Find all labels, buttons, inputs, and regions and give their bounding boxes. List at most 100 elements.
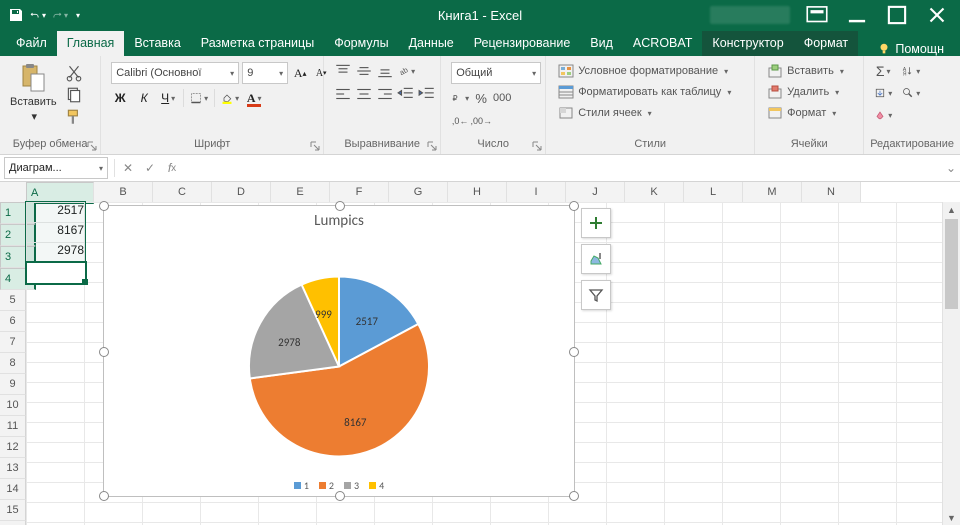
font-size-select[interactable]: 9▾	[242, 62, 288, 84]
tab-formulas[interactable]: Формулы	[324, 31, 398, 56]
row-header-15[interactable]: 15	[0, 500, 26, 521]
number-launcher-icon[interactable]	[531, 140, 543, 152]
col-header-J[interactable]: J	[566, 182, 625, 203]
col-header-G[interactable]: G	[389, 182, 448, 203]
resize-handle-sw[interactable]	[99, 491, 109, 501]
copy-icon[interactable]	[65, 86, 83, 104]
row-header-16[interactable]: 16	[0, 521, 26, 525]
clear-icon[interactable]: ▾	[874, 106, 892, 124]
number-format-select[interactable]: Общий▾	[451, 62, 541, 84]
chart-object[interactable]: Lumpics 251781672978999 1234	[103, 205, 575, 497]
font-family-select[interactable]: Calibri (Основної▾	[111, 62, 239, 84]
maximize-icon[interactable]	[884, 3, 910, 27]
row-header-6[interactable]: 6	[0, 311, 26, 332]
align-middle-icon[interactable]	[355, 62, 373, 80]
row-header-13[interactable]: 13	[0, 458, 26, 479]
resize-handle-nw[interactable]	[99, 201, 109, 211]
name-box[interactable]: Диаграм...▾	[4, 157, 108, 179]
close-icon[interactable]	[924, 3, 950, 27]
conditional-format-button[interactable]: Условное форматирование▾	[556, 62, 744, 80]
increase-indent-icon[interactable]	[418, 85, 436, 103]
chart-filters-button[interactable]	[581, 280, 611, 310]
resize-handle-e[interactable]	[569, 347, 579, 357]
tab-insert[interactable]: Вставка	[124, 31, 190, 56]
decrease-indent-icon[interactable]	[397, 85, 415, 103]
col-header-C[interactable]: C	[153, 182, 212, 203]
expand-formula-bar-icon[interactable]: ⌄	[942, 161, 960, 175]
insert-cells-button[interactable]: Вставить▾	[765, 62, 853, 80]
align-top-icon[interactable]	[334, 62, 352, 80]
border-icon[interactable]: ▾	[190, 89, 208, 107]
accounting-icon[interactable]: ₽▾	[451, 89, 469, 107]
tab-format[interactable]: Формат	[794, 31, 858, 56]
pie-chart[interactable]	[239, 267, 439, 467]
find-select-icon[interactable]: ▾	[902, 84, 920, 102]
scroll-thumb[interactable]	[945, 219, 958, 309]
fill-color-icon[interactable]: ▾	[221, 89, 239, 107]
enter-formula-icon[interactable]: ✓	[139, 158, 161, 178]
tab-view[interactable]: Вид	[580, 31, 623, 56]
resize-handle-n[interactable]	[335, 201, 345, 211]
row-header-14[interactable]: 14	[0, 479, 26, 500]
format-painter-icon[interactable]	[65, 108, 83, 126]
col-header-I[interactable]: I	[507, 182, 566, 203]
legend-item-3[interactable]: 3	[344, 479, 359, 492]
format-as-table-button[interactable]: Форматировать как таблицу▾	[556, 83, 744, 101]
ribbon-display-icon[interactable]	[804, 3, 830, 27]
align-bottom-icon[interactable]	[376, 62, 394, 80]
data-label-2[interactable]: 8167	[344, 416, 366, 429]
tab-page-layout[interactable]: Разметка страницы	[191, 31, 324, 56]
autosum-icon[interactable]: Σ▾	[874, 62, 892, 80]
undo-icon[interactable]: ▾	[30, 7, 46, 23]
col-header-D[interactable]: D	[212, 182, 271, 203]
font-color-icon[interactable]: A▾	[245, 89, 263, 107]
alignment-launcher-icon[interactable]	[426, 140, 438, 152]
cell-styles-button[interactable]: Стили ячеек▾	[556, 104, 744, 122]
sort-filter-icon[interactable]: AЯ▾	[902, 62, 920, 80]
tab-home[interactable]: Главная	[57, 31, 125, 56]
legend-item-4[interactable]: 4	[369, 479, 384, 492]
align-center-icon[interactable]	[355, 85, 373, 103]
row-header-11[interactable]: 11	[0, 416, 26, 437]
delete-cells-button[interactable]: Удалить▾	[765, 83, 853, 101]
percent-icon[interactable]: %	[472, 89, 490, 107]
data-label-4[interactable]: 999	[315, 308, 332, 321]
resize-handle-ne[interactable]	[569, 201, 579, 211]
row-header-5[interactable]: 5	[0, 290, 26, 311]
minimize-icon[interactable]	[844, 3, 870, 27]
row-header-8[interactable]: 8	[0, 353, 26, 374]
cancel-formula-icon[interactable]: ✕	[117, 158, 139, 178]
row-header-7[interactable]: 7	[0, 332, 26, 353]
increase-decimal-icon[interactable]: ,0←	[451, 112, 469, 130]
save-icon[interactable]	[8, 7, 24, 23]
legend-item-2[interactable]: 2	[319, 479, 334, 492]
formula-input[interactable]	[183, 158, 942, 178]
legend-item-1[interactable]: 1	[294, 479, 309, 492]
orientation-icon[interactable]: ab▾	[397, 62, 415, 80]
col-header-M[interactable]: M	[743, 182, 802, 203]
col-header-N[interactable]: N	[802, 182, 861, 203]
tab-design[interactable]: Конструктор	[702, 31, 793, 56]
row-header-12[interactable]: 12	[0, 437, 26, 458]
col-header-H[interactable]: H	[448, 182, 507, 203]
clipboard-launcher-icon[interactable]	[86, 140, 98, 152]
col-header-B[interactable]: B	[94, 182, 153, 203]
format-cells-button[interactable]: Формат▾	[765, 104, 853, 122]
resize-handle-w[interactable]	[99, 347, 109, 357]
fill-icon[interactable]: ▾	[874, 84, 892, 102]
tab-acrobat[interactable]: ACROBAT	[623, 31, 703, 56]
paste-button[interactable]: Вставить ▾	[6, 60, 61, 125]
font-launcher-icon[interactable]	[309, 140, 321, 152]
col-header-K[interactable]: K	[625, 182, 684, 203]
vertical-scrollbar[interactable]: ▲ ▼	[942, 202, 960, 525]
bold-button[interactable]: Ж	[111, 89, 129, 107]
redo-icon[interactable]: ▾	[52, 7, 68, 23]
tell-me[interactable]: Помощн	[877, 42, 954, 56]
insert-function-icon[interactable]: fx	[161, 158, 183, 178]
tab-file[interactable]: Файл	[6, 31, 57, 56]
underline-button[interactable]: Ч▾	[159, 89, 177, 107]
resize-handle-se[interactable]	[569, 491, 579, 501]
row-header-10[interactable]: 10	[0, 395, 26, 416]
select-all-corner[interactable]	[0, 182, 27, 203]
data-label-3[interactable]: 2978	[278, 336, 300, 349]
